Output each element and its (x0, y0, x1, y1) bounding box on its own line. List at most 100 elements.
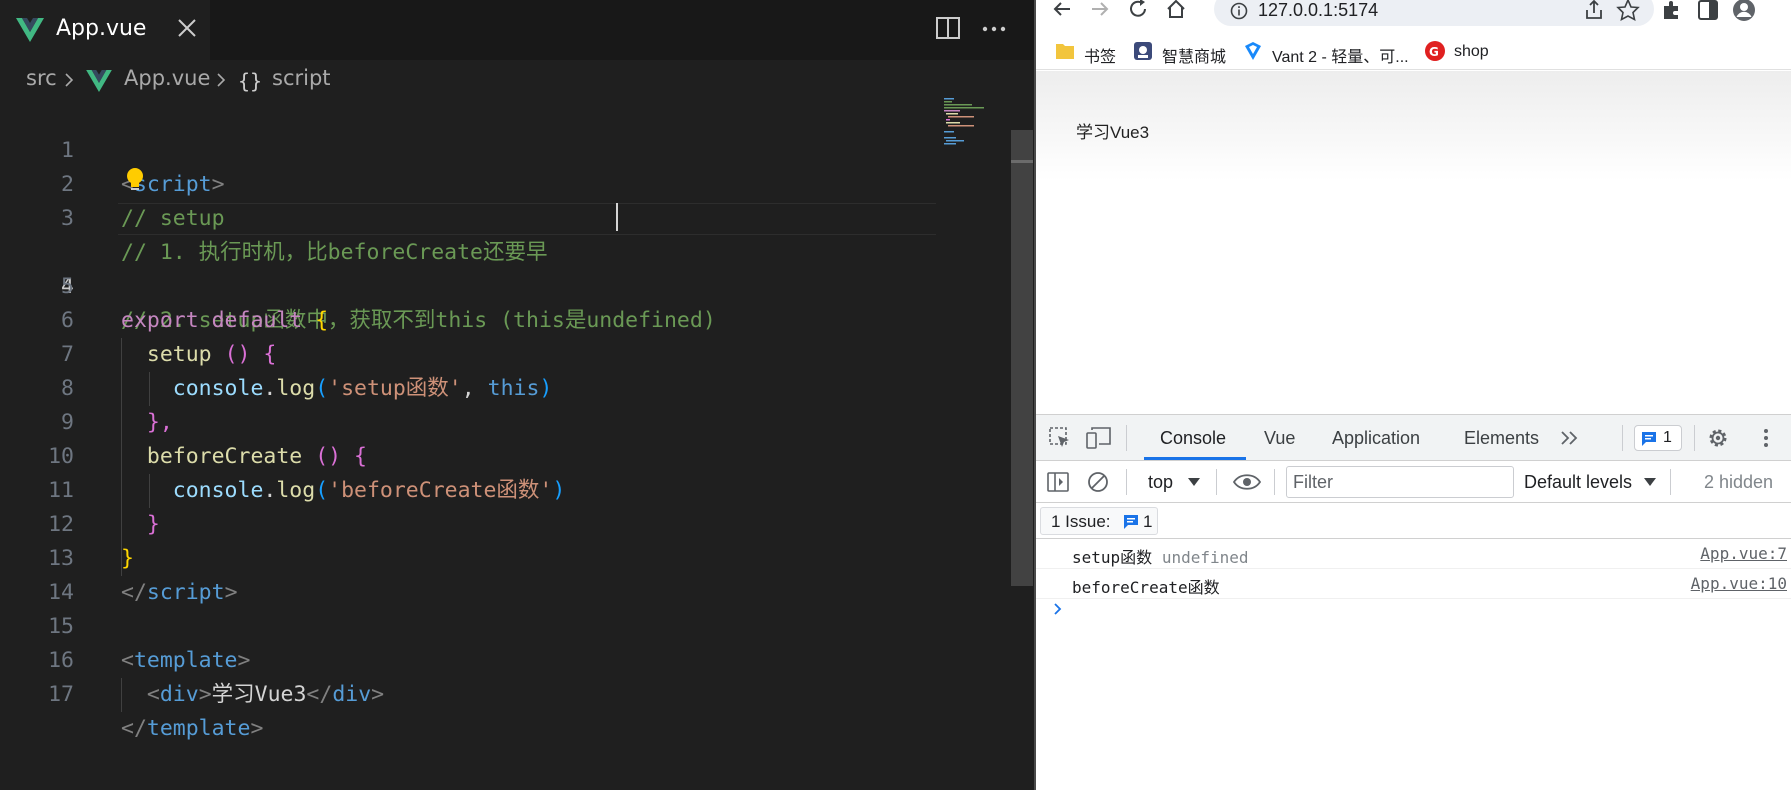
toolbar-divider (1694, 425, 1695, 451)
home-icon[interactable] (1164, 0, 1188, 22)
devtools-tab-bar: Console Vue Application Elements 1 (1036, 415, 1791, 461)
more-tabs-icon[interactable] (1560, 430, 1580, 446)
code-line: 6 setup () { (0, 270, 940, 367)
scrollbar-cursor-marker (1011, 160, 1033, 163)
split-editor-icon[interactable] (935, 15, 961, 41)
console-log-row[interactable]: beforeCreate函数 App.vue:10 (1036, 569, 1791, 599)
toolbar-divider (1670, 469, 1671, 495)
code-line: 5 export default { (0, 236, 940, 333)
bookmark-item[interactable]: Vant 2 - 轻量、可... (1242, 40, 1422, 66)
log-source-link[interactable]: App.vue:10 (1691, 574, 1787, 593)
svg-text:G: G (1429, 45, 1439, 59)
more-actions-icon[interactable] (980, 15, 1008, 41)
code-line: 17 </template> (0, 644, 940, 741)
console-prompt-icon[interactable] (1050, 601, 1066, 617)
vue-file-icon (16, 18, 44, 42)
share-icon[interactable] (1582, 0, 1606, 22)
bookmarks-bar: 书签 智慧商城 Vant 2 - 轻量、可... G shop (1036, 34, 1791, 70)
text-cursor (616, 203, 618, 231)
log-message: beforeCreate函数 (1072, 574, 1220, 598)
bookmark-label: Vant 2 - 轻量、可... (1272, 49, 1409, 66)
code-token: </ (306, 682, 333, 707)
dropdown-arrow-icon (1644, 478, 1656, 486)
code-token: 学习Vue3 (211, 682, 307, 707)
code-line: 15 <template> (0, 576, 940, 673)
breadcrumb-symbol[interactable]: script (272, 66, 331, 90)
code-token: div (159, 682, 199, 707)
toolbar-divider (1622, 425, 1623, 451)
breadcrumb-file[interactable]: App.vue (124, 66, 210, 90)
tab-vue[interactable]: Vue (1264, 428, 1295, 449)
page-viewport: 学习Vue3 (1036, 71, 1791, 414)
chevron-right-icon (217, 73, 226, 87)
reload-icon[interactable] (1126, 0, 1150, 22)
code-token: div (332, 682, 372, 707)
toolbar-divider (1126, 425, 1127, 451)
console-filter-input[interactable] (1286, 466, 1514, 498)
star-icon[interactable] (1616, 0, 1640, 22)
hidden-messages-count: 2 hidden (1704, 472, 1774, 492)
extensions-icon[interactable] (1660, 0, 1684, 22)
chevron-right-icon (65, 73, 74, 87)
vue-file-icon (86, 70, 112, 92)
code-editor[interactable]: App.vue src App.vue {} script 1 <script>… (0, 0, 1034, 790)
code-token: > (250, 716, 264, 741)
device-toolbar-icon[interactable] (1086, 426, 1112, 450)
log-levels-dropdown[interactable]: Default levels (1524, 472, 1632, 493)
code-line: 12 } (0, 474, 940, 571)
profile-icon[interactable] (1732, 0, 1756, 22)
shop-icon: G (1425, 41, 1445, 61)
site-icon (1134, 42, 1152, 60)
code-token: template (146, 716, 251, 741)
code-line: 11 } (0, 440, 940, 537)
eye-icon[interactable] (1232, 471, 1262, 493)
code-token: > (198, 682, 212, 707)
tab-console[interactable]: Console (1160, 428, 1226, 449)
editor-scrollbar-thumb[interactable] (1011, 130, 1033, 586)
breadcrumb-folder[interactable]: src (26, 66, 57, 90)
log-source-link[interactable]: App.vue:7 (1700, 544, 1787, 563)
bookmark-item[interactable]: G shop (1424, 40, 1514, 64)
tab-application[interactable]: Application (1332, 428, 1420, 449)
issues-counter[interactable]: 1 (1634, 425, 1682, 451)
close-tab-icon[interactable] (174, 15, 200, 41)
site-info-icon[interactable] (1230, 2, 1248, 20)
page-content-text: 学习Vue3 (1076, 123, 1150, 142)
address-text[interactable]: 127.0.0.1:5174 (1258, 0, 1378, 21)
minimap[interactable] (940, 96, 1010, 156)
kebab-menu-icon[interactable] (1760, 426, 1772, 450)
code-line: 7 console.log('setup函数', this) (0, 304, 940, 401)
code-line: 8 }, (0, 338, 940, 435)
active-tab-indicator (1144, 457, 1246, 460)
code-line: 1 <script> (0, 100, 940, 197)
vant-icon (1245, 42, 1261, 60)
inspect-element-icon[interactable] (1048, 426, 1072, 450)
editor-tab-app-vue[interactable]: App.vue (0, 0, 210, 60)
code-line: 13 </script> (0, 508, 940, 605)
code-token: </ (121, 716, 147, 741)
lightbulb-icon[interactable] (124, 167, 146, 193)
code-line-active: 4 // 2. setup函数中，获取不到this (this是undefine… (0, 202, 940, 333)
code-line: 10 console.log('beforeCreate函数') (0, 406, 940, 503)
folder-icon (1056, 44, 1074, 59)
bookmark-item[interactable]: 智慧商城 (1132, 40, 1242, 66)
context-selector[interactable]: top (1148, 472, 1173, 493)
console-log-row[interactable]: setup函数 undefined App.vue:7 (1036, 539, 1791, 569)
sidebar-toggle-icon[interactable] (1046, 470, 1070, 494)
editor-tab-bar: App.vue (0, 0, 1034, 60)
clear-console-icon[interactable] (1086, 470, 1110, 494)
side-panel-icon[interactable] (1696, 0, 1720, 22)
bookmark-item[interactable]: 书签 (1054, 40, 1134, 66)
issues-bar: 1 Issue: 1 (1036, 503, 1791, 539)
forward-icon[interactable] (1088, 0, 1112, 22)
devtools-panel: Console Vue Application Elements 1 top F… (1036, 414, 1791, 790)
line-number: 17 (48, 682, 74, 707)
issues-link[interactable]: 1 Issue: 1 (1040, 507, 1158, 535)
tab-elements[interactable]: Elements (1464, 428, 1539, 449)
toolbar-divider (1126, 469, 1127, 495)
toolbar-divider (1216, 469, 1217, 495)
settings-gear-icon[interactable] (1706, 426, 1730, 450)
log-text: setup函数 (1072, 548, 1153, 567)
back-icon[interactable] (1050, 0, 1074, 22)
code-line: 14 (0, 542, 940, 605)
